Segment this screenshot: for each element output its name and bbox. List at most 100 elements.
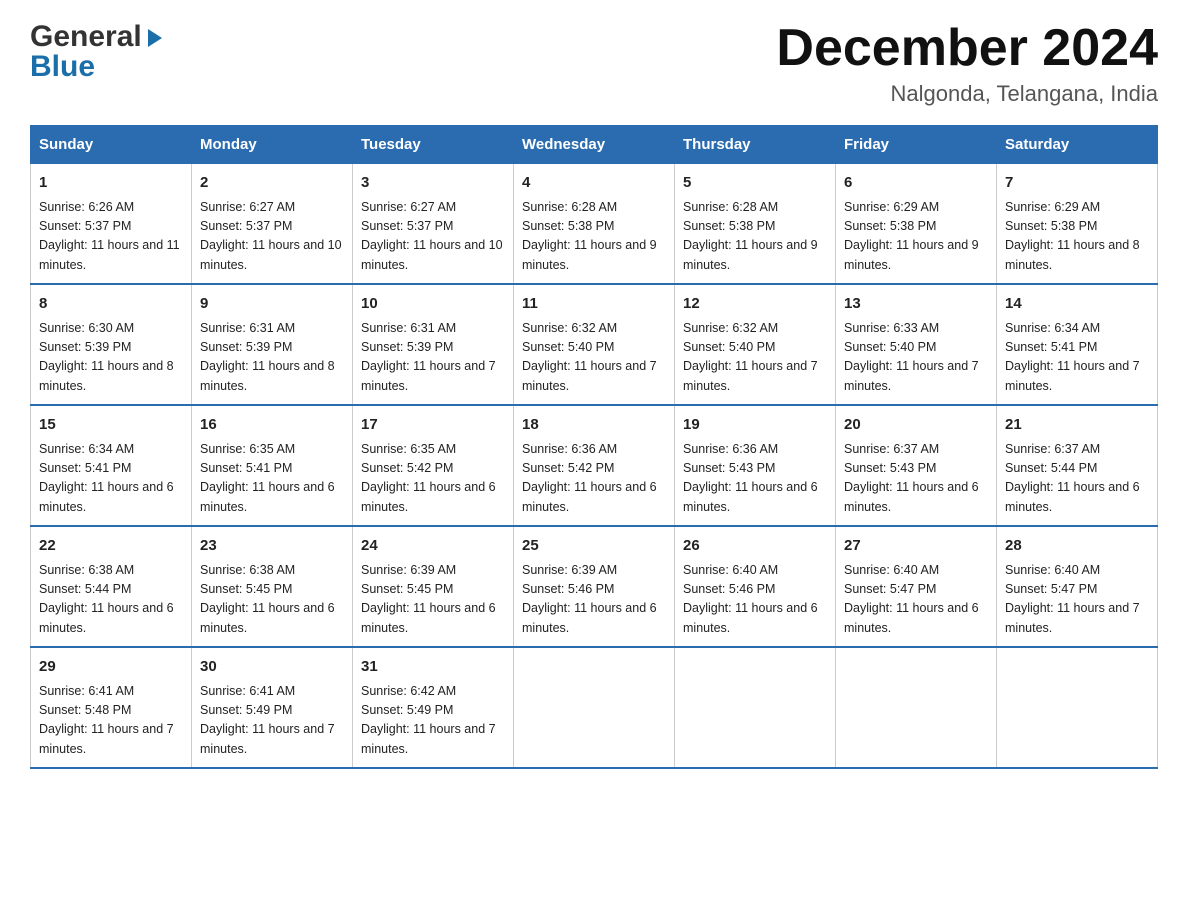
calendar-cell: 14 Sunrise: 6:34 AMSunset: 5:41 PMDayligh… <box>997 284 1158 405</box>
day-number: 5 <box>683 172 827 195</box>
calendar-cell: 8 Sunrise: 6:30 AMSunset: 5:39 PMDaylight… <box>31 284 192 405</box>
day-number: 21 <box>1005 414 1149 437</box>
day-number: 1 <box>39 172 183 195</box>
day-info: Sunrise: 6:37 AMSunset: 5:44 PMDaylight:… <box>1005 442 1140 514</box>
week-row-3: 15 Sunrise: 6:34 AMSunset: 5:41 PMDayligh… <box>31 405 1158 526</box>
calendar-cell: 16Sunrise: 6:35 AMSunset: 5:41 PMDayligh… <box>192 405 353 526</box>
header-saturday: Saturday <box>997 126 1158 164</box>
week-row-5: 29Sunrise: 6:41 AMSunset: 5:48 PMDayligh… <box>31 647 1158 768</box>
day-number: 19 <box>683 414 827 437</box>
calendar-cell: 2 Sunrise: 6:27 AMSunset: 5:37 PMDaylight… <box>192 164 353 285</box>
day-info: Sunrise: 6:27 AMSunset: 5:37 PMDaylight:… <box>361 200 503 272</box>
day-info: Sunrise: 6:41 AMSunset: 5:48 PMDaylight:… <box>39 684 174 756</box>
day-info: Sunrise: 6:39 AMSunset: 5:46 PMDaylight:… <box>522 563 657 635</box>
day-number: 20 <box>844 414 988 437</box>
calendar-cell: 17 Sunrise: 6:35 AMSunset: 5:42 PMDayligh… <box>353 405 514 526</box>
calendar-cell <box>514 647 675 768</box>
day-info: Sunrise: 6:34 AMSunset: 5:41 PMDaylight:… <box>39 442 174 514</box>
logo-arrow-icon <box>144 27 166 49</box>
calendar-cell <box>997 647 1158 768</box>
day-info: Sunrise: 6:42 AMSunset: 5:49 PMDaylight:… <box>361 684 496 756</box>
week-row-4: 22Sunrise: 6:38 AMSunset: 5:44 PMDayligh… <box>31 526 1158 647</box>
week-row-1: 1Sunrise: 6:26 AMSunset: 5:37 PMDaylight… <box>31 164 1158 285</box>
day-info: Sunrise: 6:40 AMSunset: 5:46 PMDaylight:… <box>683 563 818 635</box>
day-number: 28 <box>1005 535 1149 558</box>
day-number: 23 <box>200 535 344 558</box>
day-number: 4 <box>522 172 666 195</box>
day-number: 8 <box>39 293 183 316</box>
day-number: 25 <box>522 535 666 558</box>
calendar-cell <box>675 647 836 768</box>
day-info: Sunrise: 6:32 AMSunset: 5:40 PMDaylight:… <box>683 321 818 393</box>
day-number: 6 <box>844 172 988 195</box>
day-number: 18 <box>522 414 666 437</box>
calendar-cell: 30 Sunrise: 6:41 AMSunset: 5:49 PMDayligh… <box>192 647 353 768</box>
calendar-cell: 23 Sunrise: 6:38 AMSunset: 5:45 PMDayligh… <box>192 526 353 647</box>
calendar-cell: 24Sunrise: 6:39 AMSunset: 5:45 PMDayligh… <box>353 526 514 647</box>
header-friday: Friday <box>836 126 997 164</box>
calendar-cell: 22Sunrise: 6:38 AMSunset: 5:44 PMDayligh… <box>31 526 192 647</box>
calendar-cell: 13 Sunrise: 6:33 AMSunset: 5:40 PMDayligh… <box>836 284 997 405</box>
day-number: 31 <box>361 656 505 679</box>
calendar-cell: 19 Sunrise: 6:36 AMSunset: 5:43 PMDayligh… <box>675 405 836 526</box>
day-info: Sunrise: 6:38 AMSunset: 5:44 PMDaylight:… <box>39 563 174 635</box>
day-number: 7 <box>1005 172 1149 195</box>
day-info: Sunrise: 6:29 AMSunset: 5:38 PMDaylight:… <box>1005 200 1140 272</box>
day-number: 17 <box>361 414 505 437</box>
day-info: Sunrise: 6:27 AMSunset: 5:37 PMDaylight:… <box>200 200 342 272</box>
calendar-cell: 10 Sunrise: 6:31 AMSunset: 5:39 PMDayligh… <box>353 284 514 405</box>
day-info: Sunrise: 6:35 AMSunset: 5:42 PMDaylight:… <box>361 442 496 514</box>
day-number: 14 <box>1005 293 1149 316</box>
day-info: Sunrise: 6:33 AMSunset: 5:40 PMDaylight:… <box>844 321 979 393</box>
calendar-cell: 31 Sunrise: 6:42 AMSunset: 5:49 PMDayligh… <box>353 647 514 768</box>
calendar-cell: 11 Sunrise: 6:32 AMSunset: 5:40 PMDayligh… <box>514 284 675 405</box>
day-info: Sunrise: 6:29 AMSunset: 5:38 PMDaylight:… <box>844 200 979 272</box>
day-info: Sunrise: 6:37 AMSunset: 5:43 PMDaylight:… <box>844 442 979 514</box>
day-info: Sunrise: 6:32 AMSunset: 5:40 PMDaylight:… <box>522 321 657 393</box>
day-number: 27 <box>844 535 988 558</box>
calendar-cell: 4Sunrise: 6:28 AMSunset: 5:38 PMDaylight… <box>514 164 675 285</box>
day-number: 10 <box>361 293 505 316</box>
day-number: 15 <box>39 414 183 437</box>
week-row-2: 8 Sunrise: 6:30 AMSunset: 5:39 PMDaylight… <box>31 284 1158 405</box>
calendar-cell: 27 Sunrise: 6:40 AMSunset: 5:47 PMDayligh… <box>836 526 997 647</box>
header-tuesday: Tuesday <box>353 126 514 164</box>
day-info: Sunrise: 6:31 AMSunset: 5:39 PMDaylight:… <box>200 321 335 393</box>
day-info: Sunrise: 6:38 AMSunset: 5:45 PMDaylight:… <box>200 563 335 635</box>
day-info: Sunrise: 6:40 AMSunset: 5:47 PMDaylight:… <box>844 563 979 635</box>
logo: General Blue <box>30 20 166 84</box>
calendar-cell <box>836 647 997 768</box>
month-year-title: December 2024 <box>776 20 1158 77</box>
location-subtitle: Nalgonda, Telangana, India <box>776 81 1158 107</box>
calendar-cell: 7 Sunrise: 6:29 AMSunset: 5:38 PMDaylight… <box>997 164 1158 285</box>
calendar-header-row: SundayMondayTuesdayWednesdayThursdayFrid… <box>31 126 1158 164</box>
day-number: 16 <box>200 414 344 437</box>
day-number: 2 <box>200 172 344 195</box>
day-number: 24 <box>361 535 505 558</box>
day-info: Sunrise: 6:34 AMSunset: 5:41 PMDaylight:… <box>1005 321 1140 393</box>
page-header: General Blue December 2024 Nalgonda, Tel… <box>30 20 1158 107</box>
day-info: Sunrise: 6:28 AMSunset: 5:38 PMDaylight:… <box>683 200 818 272</box>
day-number: 12 <box>683 293 827 316</box>
header-thursday: Thursday <box>675 126 836 164</box>
day-number: 11 <box>522 293 666 316</box>
day-info: Sunrise: 6:30 AMSunset: 5:39 PMDaylight:… <box>39 321 174 393</box>
calendar-cell: 15 Sunrise: 6:34 AMSunset: 5:41 PMDayligh… <box>31 405 192 526</box>
day-info: Sunrise: 6:41 AMSunset: 5:49 PMDaylight:… <box>200 684 335 756</box>
day-number: 9 <box>200 293 344 316</box>
calendar-cell: 29Sunrise: 6:41 AMSunset: 5:48 PMDayligh… <box>31 647 192 768</box>
title-section: December 2024 Nalgonda, Telangana, India <box>776 20 1158 107</box>
calendar-table: SundayMondayTuesdayWednesdayThursdayFrid… <box>30 125 1158 769</box>
day-number: 30 <box>200 656 344 679</box>
calendar-cell: 18Sunrise: 6:36 AMSunset: 5:42 PMDayligh… <box>514 405 675 526</box>
day-number: 3 <box>361 172 505 195</box>
calendar-cell: 21 Sunrise: 6:37 AMSunset: 5:44 PMDayligh… <box>997 405 1158 526</box>
header-monday: Monday <box>192 126 353 164</box>
calendar-cell: 12 Sunrise: 6:32 AMSunset: 5:40 PMDayligh… <box>675 284 836 405</box>
calendar-cell: 6 Sunrise: 6:29 AMSunset: 5:38 PMDaylight… <box>836 164 997 285</box>
logo-general: General <box>30 20 142 54</box>
day-info: Sunrise: 6:31 AMSunset: 5:39 PMDaylight:… <box>361 321 496 393</box>
header-wednesday: Wednesday <box>514 126 675 164</box>
day-number: 13 <box>844 293 988 316</box>
day-info: Sunrise: 6:36 AMSunset: 5:43 PMDaylight:… <box>683 442 818 514</box>
